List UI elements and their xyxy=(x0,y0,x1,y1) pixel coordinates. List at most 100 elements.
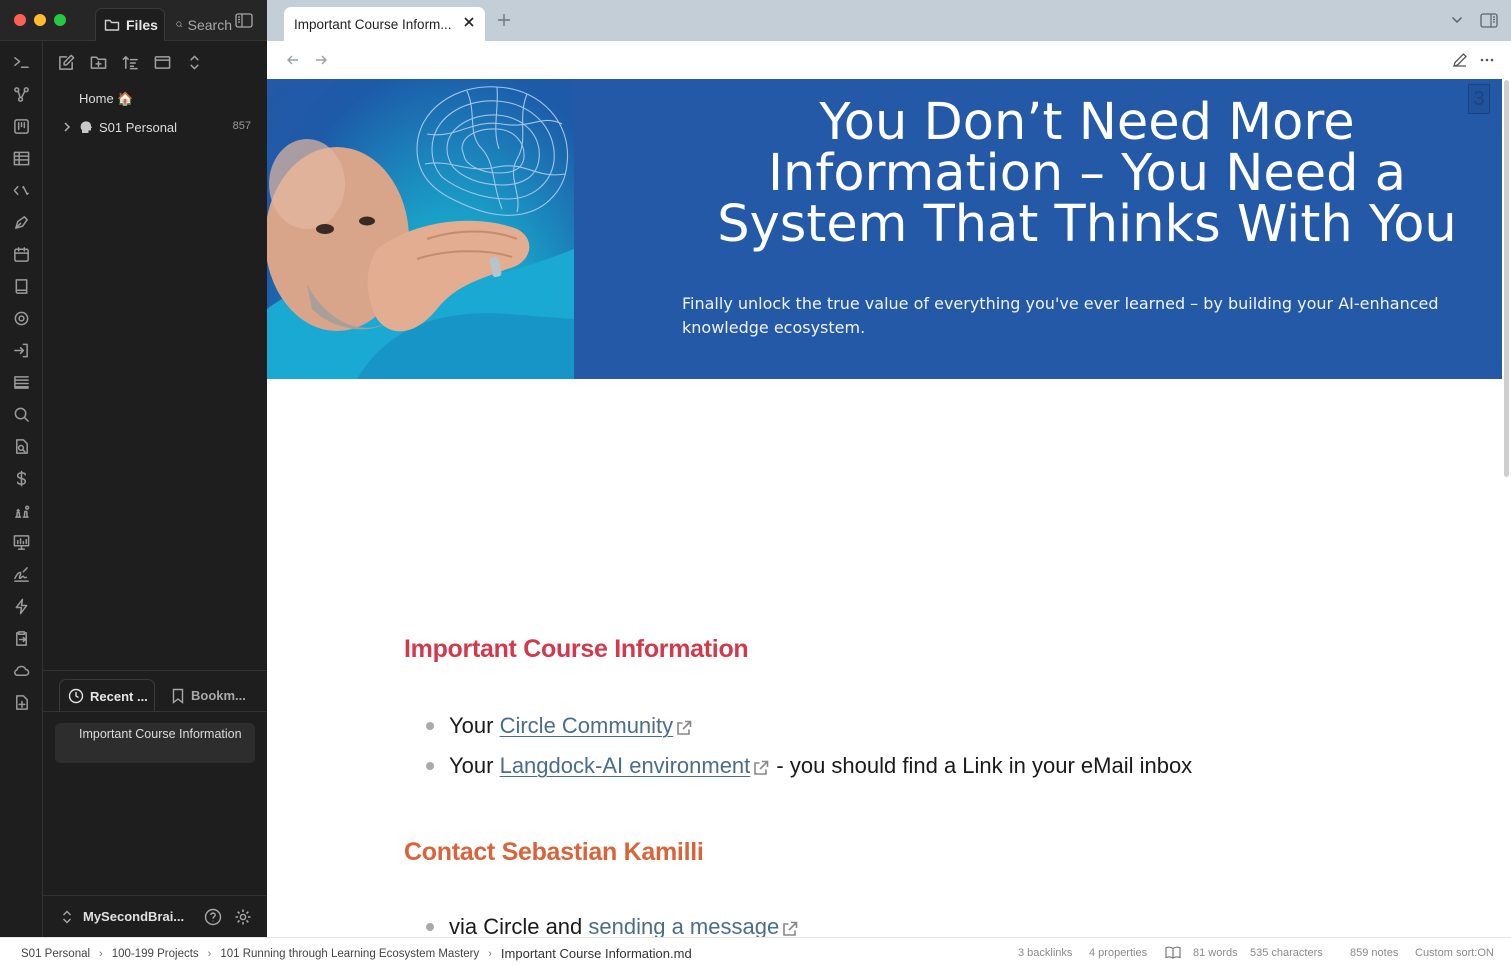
book-icon[interactable] xyxy=(11,276,31,296)
login-icon[interactable] xyxy=(11,340,31,360)
breadcrumb: S01 Personal › 100-199 Projects › 101 Ru… xyxy=(21,946,692,961)
window-maximize-button[interactable] xyxy=(54,14,66,26)
target-icon[interactable] xyxy=(11,308,31,328)
person-with-brain-illustration xyxy=(267,86,574,379)
scrollbar[interactable] xyxy=(1504,80,1509,477)
search-icon[interactable] xyxy=(11,404,31,424)
bullet-suffix: - you should find a Link in your eMail i… xyxy=(770,753,1193,778)
list-icon[interactable] xyxy=(11,372,31,392)
langdock-ai-link[interactable]: Langdock-AI environment xyxy=(500,753,751,779)
tab-bookmarks[interactable]: Bookm... xyxy=(171,679,263,712)
tab-files[interactable]: Files xyxy=(95,8,165,41)
recent-files-pane: Recent ... Bookm... Important Course Inf… xyxy=(43,670,267,895)
more-options-icon[interactable] xyxy=(1479,53,1495,67)
bullet-prefix: Your xyxy=(449,753,500,778)
folder-note-count: 857 xyxy=(232,120,251,132)
pen-nib-icon[interactable] xyxy=(11,212,31,232)
divider xyxy=(43,711,267,712)
external-link-icon xyxy=(675,717,693,735)
chevron-down-icon[interactable] xyxy=(1451,15,1463,25)
tab-bar: Important Course Inform... xyxy=(267,0,1511,41)
bullet-dot xyxy=(426,722,434,730)
circle-community-link[interactable]: Circle Community xyxy=(500,713,674,739)
reading-book-icon[interactable] xyxy=(1165,946,1181,959)
sort-icon[interactable] xyxy=(120,53,140,71)
recent-file-item[interactable]: Important Course Information xyxy=(55,723,255,763)
breadcrumb-separator: › xyxy=(99,947,103,960)
settings-gear-icon[interactable] xyxy=(234,908,252,926)
bullet-prefix: Your xyxy=(449,713,500,738)
window-close-button[interactable] xyxy=(14,14,26,26)
help-icon[interactable] xyxy=(204,908,222,926)
new-tab-plus-icon[interactable] xyxy=(497,13,511,27)
breadcrumb-item[interactable]: 101 Running through Learning Ecosystem M… xyxy=(220,948,479,960)
close-icon[interactable] xyxy=(462,15,476,29)
bullet-dot xyxy=(426,923,434,931)
hero-subtitle: Finally unlock the true value of everyth… xyxy=(682,294,1439,337)
breadcrumb-item[interactable]: 100-199 Projects xyxy=(112,948,199,960)
right-sidebar-toggle-icon[interactable] xyxy=(1480,13,1498,28)
left-titlebar: Files Search xyxy=(0,0,267,41)
hero-badge: 3 xyxy=(1468,84,1490,114)
tab-recent-label: Recent ... xyxy=(90,688,148,704)
percent-code-icon[interactable] xyxy=(11,180,31,200)
clipboard-export-icon[interactable] xyxy=(11,628,31,648)
brain-head-icon xyxy=(80,121,92,133)
tab-important-course-information[interactable]: Important Course Inform... xyxy=(284,7,485,41)
tab-recent[interactable]: Recent ... xyxy=(59,679,155,712)
word-count: 81 words xyxy=(1193,947,1238,959)
backlinks-count[interactable]: 3 backlinks xyxy=(1018,947,1072,959)
custom-sort-status[interactable]: Custom sort:ON xyxy=(1415,947,1494,959)
properties-count[interactable]: 4 properties xyxy=(1089,947,1147,959)
hero-banner: You Don’t Need More Information – You Ne… xyxy=(267,79,1502,379)
tab-files-label: Files xyxy=(126,17,158,33)
cloud-icon[interactable] xyxy=(11,660,31,680)
calendar-icon[interactable] xyxy=(11,244,31,264)
breadcrumb-item[interactable]: S01 Personal xyxy=(21,948,90,960)
file-plus-icon[interactable] xyxy=(11,692,31,712)
window-minimize-button[interactable] xyxy=(34,14,46,26)
auto-reveal-icon[interactable] xyxy=(152,53,172,71)
arrow-right-icon[interactable] xyxy=(314,53,328,67)
file-search-icon[interactable] xyxy=(11,436,31,456)
breadcrumb-separator: › xyxy=(207,947,212,960)
view-header xyxy=(267,41,1511,79)
kanban-icon[interactable] xyxy=(11,116,31,136)
list-item: Your Langdock-AI environment - you shoul… xyxy=(426,753,1192,779)
new-folder-icon[interactable] xyxy=(88,53,108,71)
external-link-icon xyxy=(781,918,799,936)
vault-name[interactable]: MySecondBrai... xyxy=(83,909,184,924)
chevron-right-icon[interactable] xyxy=(61,121,73,133)
edit-pencil-icon[interactable] xyxy=(1452,52,1468,68)
vault-switcher-icon[interactable] xyxy=(61,909,73,925)
new-note-icon[interactable] xyxy=(56,53,76,71)
notes-count: 859 notes xyxy=(1350,947,1399,959)
table-icon[interactable] xyxy=(11,148,31,168)
presentation-icon[interactable] xyxy=(11,532,31,552)
breadcrumb-separator: › xyxy=(488,947,492,960)
list-item: Your Circle Community xyxy=(426,713,693,739)
search-icon xyxy=(176,21,183,28)
tree-folder-s01-personal[interactable]: S01 Personal 857 xyxy=(61,117,261,137)
dollar-icon[interactable] xyxy=(11,468,31,488)
character-count: 535 characters xyxy=(1250,947,1323,959)
clock-icon xyxy=(68,688,84,704)
hero-photo xyxy=(267,79,574,379)
tab-search[interactable]: Search xyxy=(170,8,232,41)
heading-important-course-information: Important Course Information xyxy=(404,635,749,663)
arrow-left-icon[interactable] xyxy=(286,53,300,67)
sidebar-toggle-icon[interactable] xyxy=(235,13,253,28)
graph-icon[interactable] xyxy=(11,84,31,104)
tab-bookmarks-label: Bookm... xyxy=(191,688,246,703)
lightning-icon[interactable] xyxy=(11,596,31,616)
terminal-icon[interactable] xyxy=(11,52,31,72)
expand-collapse-icon[interactable] xyxy=(184,53,204,71)
note-tab-label: Important Course Inform... xyxy=(294,16,452,32)
breadcrumb-file[interactable]: Important Course Information.md xyxy=(501,946,692,961)
bookmark-icon xyxy=(172,688,184,704)
heading-contact: Contact Sebastian Kamilli xyxy=(404,838,704,866)
signature-icon[interactable] xyxy=(11,564,31,584)
chess-icon[interactable] xyxy=(11,500,31,520)
tree-item-home[interactable]: Home 🏠 xyxy=(79,91,133,107)
hero-title: You Don’t Need More Information – You Ne… xyxy=(717,93,1457,254)
